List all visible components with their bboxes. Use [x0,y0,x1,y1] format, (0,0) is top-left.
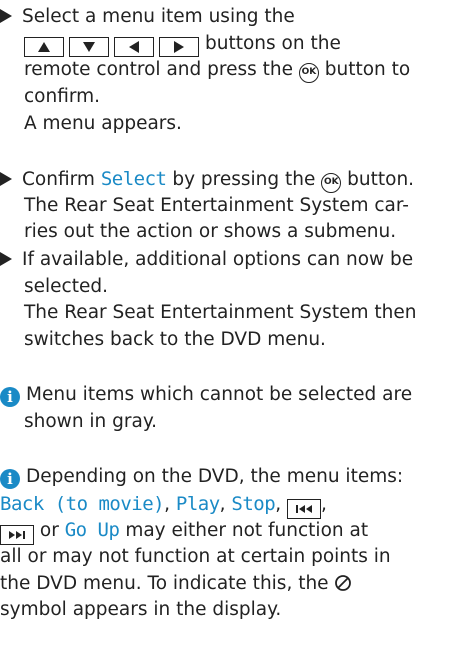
step2-button: button. [347,169,415,190]
step3-line1: If available, additional options can now… [22,249,414,270]
menu-item-select: Select [100,168,167,190]
step2-line3: ries out the action or shows a submenu. [24,221,397,243]
bullet-triangle-icon [0,252,12,266]
skip-forward-icon [0,525,34,546]
note2-line4: all or may not function at certain point… [0,546,391,568]
step1-line3: remote control and press the [24,59,293,81]
note2-line6: symbol appears in the display. [0,599,282,621]
manual-page: Select a menu item using the buttons on … [0,0,461,653]
bullet-triangle-icon [0,9,12,23]
note2-line3-end: may either not function at [125,520,369,542]
menu-item-stop: Stop [231,492,276,515]
ok-button-icon: OK [298,63,319,84]
note1-line1: Menu items which cannot be selected are [26,384,413,405]
arrow-right-icon [159,36,199,57]
menu-item-back-to-movie: Back (to movie) [0,492,165,515]
comma: , [320,493,327,515]
skip-back-icon [286,498,321,519]
info-icon: i [0,469,20,489]
step3-line4: switches back to the DVD menu. [24,329,326,351]
note-gray-items: i Menu items which cannot be selected are… [0,382,461,435]
step-select-menu-item: Select a menu item using the buttons on … [0,4,461,137]
comma: , [275,493,282,515]
bullet-triangle-icon [0,172,12,186]
arrow-down-icon [69,36,109,57]
comma: , [219,493,226,515]
step1-result: A menu appears. [24,112,182,134]
note2-or: or [39,520,59,542]
step2-by-pressing: by pressing the [172,169,316,190]
arrow-up-icon [24,36,64,57]
note-dvd-menu-items: i Depending on the DVD, the menu items: B… [0,464,461,624]
step1-line3-end: button to [324,59,411,81]
step1-line4: confirm. [24,86,101,108]
step2-line2: The Rear Seat Entertainment System car- [24,194,409,216]
info-icon: i [0,387,20,407]
step-additional-options: If available, additional options can now… [0,247,461,354]
note2-line5: the DVD menu. To indicate this, the [0,572,329,594]
step-confirm-select: Confirm Select by pressing the OK button… [0,166,461,246]
step1-line2: buttons on the [205,32,341,54]
comma: , [164,493,170,515]
arrow-keys [24,36,199,57]
step1-line1: Select a menu item using the [22,6,295,27]
prohibited-icon [334,574,352,601]
step3-line2: selected. [24,275,108,297]
arrow-left-icon [114,36,154,57]
menu-item-go-up: Go Up [64,519,120,542]
step2-confirm: Confirm [22,169,95,190]
ok-button-icon: OK [321,173,342,193]
note2-line1: Depending on the DVD, the menu items: [26,466,404,487]
menu-item-play: Play [175,492,220,515]
step3-line3: The Rear Seat Entertainment System then [24,302,417,324]
note1-line2: shown in gray. [24,410,158,432]
